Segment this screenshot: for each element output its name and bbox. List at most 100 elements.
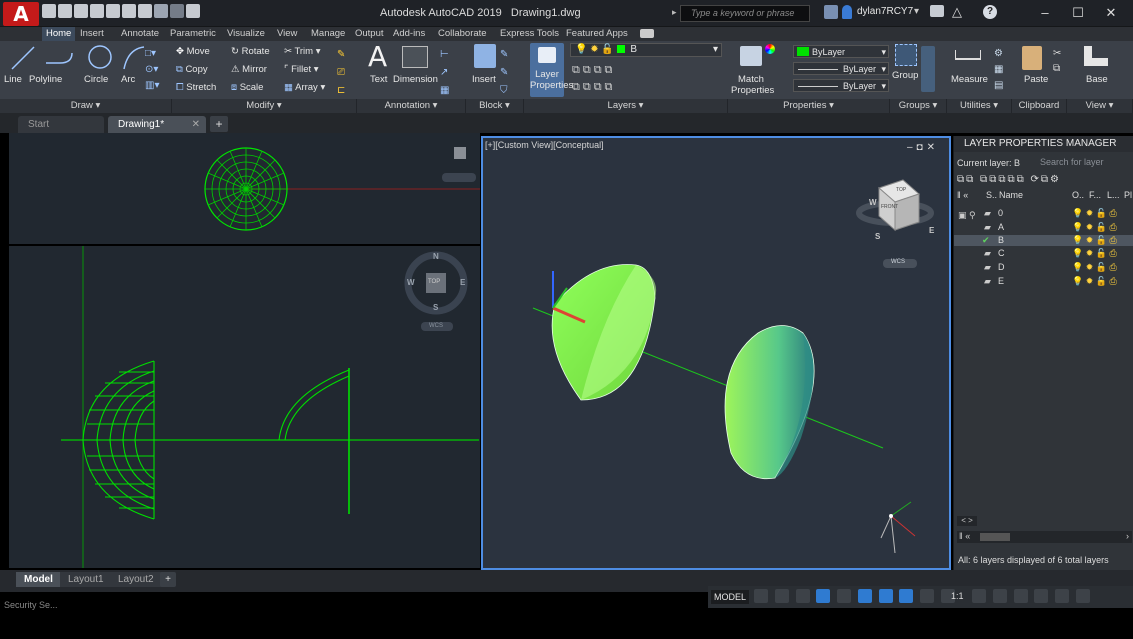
group-button[interactable]: Group [892,70,918,81]
hardware-acceleration-icon[interactable] [1013,589,1028,603]
plot-icon[interactable] [138,4,152,18]
arc-button[interactable]: Arc [121,74,135,85]
layer-props-icons[interactable]: 💡 ✹ 🔓 ⎙ [1072,276,1117,287]
layer-properties-button[interactable]: Layer Properties [530,43,573,97]
tab-home[interactable]: Home [42,27,76,41]
viewport-controls-label[interactable]: [+][Custom View][Conceptual] [485,140,604,150]
layer-row-e[interactable]: ▰ E 💡 ✹ 🔓 ⎙ [954,276,1133,287]
add-layout-button[interactable]: + [160,572,176,587]
osnap-tracking-icon[interactable] [857,589,872,603]
dropdown-icon[interactable]: ▾ [914,6,919,17]
search-input[interactable]: Type a keyword or phrase [680,5,810,22]
close-icon[interactable]: ✕ [192,116,200,133]
modify-panel-label[interactable]: Modify ▾ [172,99,357,113]
save-as-icon[interactable] [90,4,104,18]
move-button[interactable]: ✥ Move [176,46,210,57]
annotation-extra-icons[interactable]: ⊢ ↗ ▦ [440,46,454,96]
tab-featured-apps[interactable]: Featured Apps [562,27,632,41]
modify-extra-icons[interactable]: ✎ ⎚ ⊏ [337,46,349,96]
undo-icon[interactable] [154,4,168,18]
paste-button[interactable]: Paste [1024,74,1048,85]
horizontal-scrollbar[interactable]: ‖ «› [957,531,1132,543]
3d-viewport[interactable]: [+][Custom View][Conceptual] –◘✕ TOP FRO… [481,136,951,570]
layer-props-icons[interactable]: 💡 ✹ 🔓 ⎙ [1072,248,1117,259]
snap-icon[interactable] [774,589,789,603]
stretch-button[interactable]: ⧠ Stretch [176,82,216,93]
autodesk-a360-icon[interactable]: △ [952,4,962,20]
tab-add-ins[interactable]: Add-ins [389,27,429,41]
tab-view[interactable]: View [273,27,301,41]
save-icon[interactable] [74,4,88,18]
block-panel-label[interactable]: Block ▾ [466,99,524,113]
wcs-label[interactable]: WCS [891,259,905,265]
linetype-dropdown[interactable]: ByLayer ▾ [793,62,889,75]
osnap-icon[interactable] [878,589,893,603]
lineweight-dropdown[interactable]: ByLayer ▾ [793,79,889,92]
block-extra-icons[interactable]: ✎ ✎ ⛉ [500,46,512,96]
user-name[interactable]: dylan7RCY7 [857,6,913,17]
base-button[interactable]: Base [1086,74,1108,85]
isolate-objects-icon[interactable] [1034,589,1049,603]
array-button[interactable]: ▦ Array ▾ [284,82,325,93]
tab-annotate[interactable]: Annotate [117,27,163,41]
viewport-window-controls[interactable]: –◘✕ [907,142,939,153]
layer-row-c[interactable]: ▰ C 💡 ✹ 🔓 ⎙ [954,248,1133,259]
redo-icon[interactable] [170,4,184,18]
layer-tool-icons[interactable]: ⧉⧉⧉⧉ ⧉⧉⧉⧉ [572,62,662,98]
gear-icon[interactable] [972,589,986,603]
insert-button[interactable]: Insert [472,74,496,85]
clipboard-extra-icons[interactable]: ✂ ⧉ [1053,46,1063,76]
layer-dropdown[interactable]: 💡 ✹ 🔓 B ▾ [570,43,722,57]
tab-insert[interactable]: Insert [76,27,108,41]
annotation-panel-label[interactable]: Annotation ▾ [357,99,466,113]
layer-props-icons[interactable]: 💡 ✹ 🔓 ⎙ [1072,208,1117,219]
new-icon[interactable] [42,4,56,18]
dimension-button[interactable]: Dimension [393,74,438,85]
top-viewport[interactable] [9,133,480,244]
utilities-panel-label[interactable]: Utilities ▾ [947,99,1012,113]
model-tab[interactable]: Model [16,572,61,587]
open-icon[interactable] [58,4,72,18]
match-properties-label-2[interactable]: Properties [731,85,774,96]
trim-button[interactable]: ✂ Trim ▾ [284,46,321,57]
maximize-button[interactable]: ☐ [1065,3,1091,23]
polar-icon[interactable] [816,589,831,603]
scroll-arrows-small[interactable]: < > [957,516,977,526]
layer-props-icons[interactable]: 💡 ✹ 🔓 ⎙ [1072,235,1117,246]
copy-button[interactable]: ⧉ Copy [176,64,208,75]
save-web-icon[interactable] [122,4,136,18]
drawing-tab[interactable]: Drawing1* ✕ [108,116,206,133]
layout1-tab[interactable]: Layout1 [60,572,112,587]
layer-props-icons[interactable]: 💡 ✹ 🔓 ⎙ [1072,222,1117,233]
wcs-label[interactable]: WCS [429,323,443,329]
match-properties-label-1[interactable]: Match [738,74,764,85]
tab-parametric[interactable]: Parametric [166,27,220,41]
tab-manage[interactable]: Manage [307,27,349,41]
tab-output[interactable]: Output [351,27,388,41]
cart-icon[interactable] [930,5,944,17]
isodraft-icon[interactable] [837,589,852,603]
layer-search-input[interactable]: Search for layer [1040,156,1132,169]
front-viewport[interactable]: N W E S TOP WCS [9,246,480,568]
measure-button[interactable]: Measure [951,74,988,85]
help-icon[interactable]: ? [983,5,997,19]
plus-icon[interactable] [992,589,1007,603]
line-button[interactable]: Line [4,74,22,85]
circle-button[interactable]: Circle [84,74,108,85]
tab-collaborate[interactable]: Collaborate [434,27,491,41]
annotation-visibility-icon[interactable] [899,589,914,603]
groups-panel-label[interactable]: Groups ▾ [890,99,947,113]
layers-panel-label[interactable]: Layers ▾ [524,99,728,113]
layer-row-d[interactable]: ▰ D 💡 ✹ 🔓 ⎙ [954,262,1133,273]
start-tab[interactable]: Start [18,116,104,133]
share-icon[interactable] [186,4,200,18]
draw-panel-label[interactable]: Draw ▾ [0,99,172,113]
new-tab-button[interactable]: + [210,116,228,132]
color-dropdown[interactable]: ByLayer ▾ [793,45,889,58]
mirror-button[interactable]: ⚠ Mirror [231,64,267,75]
utilities-extra-icons[interactable]: ⚙ ▦ ▤ [994,46,1004,92]
layout2-tab[interactable]: Layout2 [110,572,162,587]
layer-props-icons[interactable]: 💡 ✹ 🔓 ⎙ [1072,262,1117,273]
ribbon-toggle-icon[interactable] [640,29,654,38]
layer-row-0[interactable]: ▰ 0 💡 ✹ 🔓 ⎙ [954,208,1133,219]
